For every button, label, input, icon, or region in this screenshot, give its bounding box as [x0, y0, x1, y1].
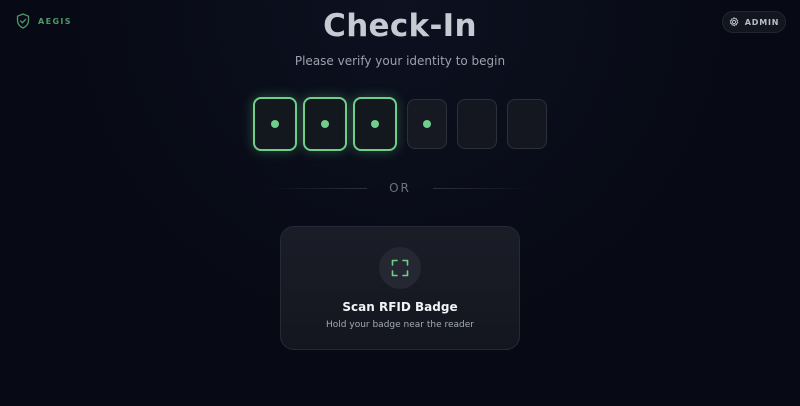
- pin-digit-1[interactable]: [253, 97, 297, 151]
- scan-icon-container: [379, 247, 421, 289]
- pin-digit-3[interactable]: [353, 97, 397, 151]
- rfid-card-title: Scan RFID Badge: [342, 300, 458, 314]
- pin-dot: [371, 120, 379, 128]
- scan-icon: [391, 259, 409, 277]
- pin-dot: [423, 120, 431, 128]
- divider-line: [268, 187, 368, 189]
- rfid-card-subtitle: Hold your badge near the reader: [326, 320, 474, 330]
- pin-digit-5[interactable]: [457, 99, 497, 149]
- pin-dot: [271, 120, 279, 128]
- pin-digit-6[interactable]: [507, 99, 547, 149]
- pin-digit-4[interactable]: [407, 99, 447, 149]
- pin-input[interactable]: [253, 97, 547, 151]
- pin-digit-2[interactable]: [303, 97, 347, 151]
- pin-dot: [321, 120, 329, 128]
- check-in-screen: AEGIS ADMIN Check-In Please verify your …: [0, 0, 800, 406]
- page-title: Check-In: [323, 8, 477, 44]
- page-subtitle: Please verify your identity to begin: [294, 54, 506, 68]
- or-divider: OR: [268, 180, 533, 196]
- divider-text: OR: [389, 181, 411, 195]
- divider-line: [432, 187, 533, 189]
- rfid-scan-card[interactable]: Scan RFID Badge Hold your badge near the…: [280, 226, 520, 350]
